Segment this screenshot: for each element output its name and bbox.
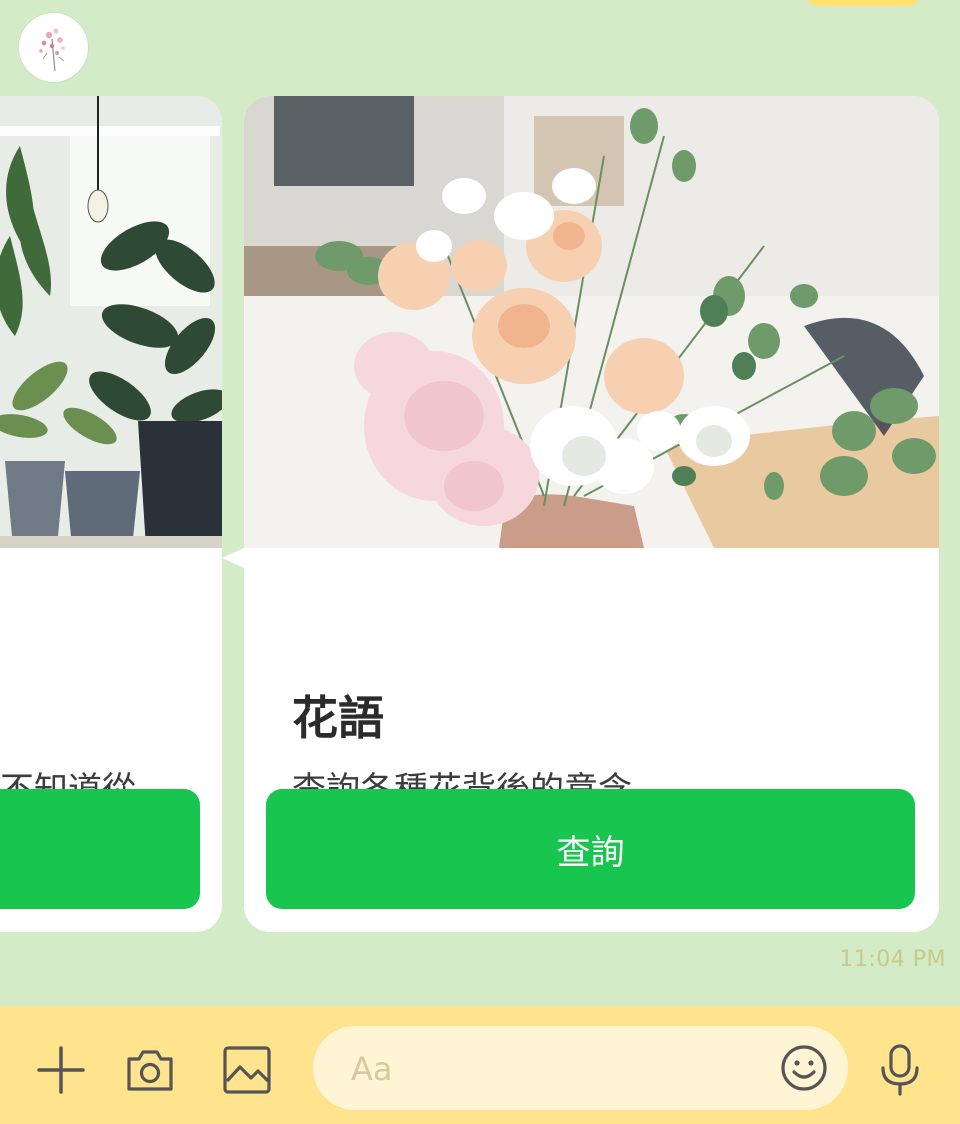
top-badge: [806, 0, 920, 6]
carousel-card-previous[interactable]: 不知道從: [0, 96, 222, 932]
message-input-bar: [0, 1006, 960, 1124]
emoji-icon[interactable]: [778, 1042, 830, 1094]
card-title: 花語: [292, 691, 384, 745]
image-icon[interactable]: [219, 1042, 275, 1098]
avatar[interactable]: [19, 13, 88, 82]
carousel-card-flower-language[interactable]: 花語 查詢各種花背後的意含 查詢: [244, 96, 939, 932]
card-action-button[interactable]: [0, 789, 200, 909]
plus-icon[interactable]: [33, 1042, 89, 1098]
microphone-icon[interactable]: [872, 1042, 928, 1098]
card-image-bouquet: [244, 96, 939, 548]
bubble-tail: [222, 548, 244, 568]
message-timestamp: 11:04 PM: [839, 947, 946, 972]
card-image-plants: [0, 96, 222, 548]
camera-icon[interactable]: [122, 1042, 178, 1098]
query-button[interactable]: 查詢: [266, 789, 915, 909]
message-field-container: [313, 1026, 848, 1112]
message-input[interactable]: [349, 1026, 773, 1112]
